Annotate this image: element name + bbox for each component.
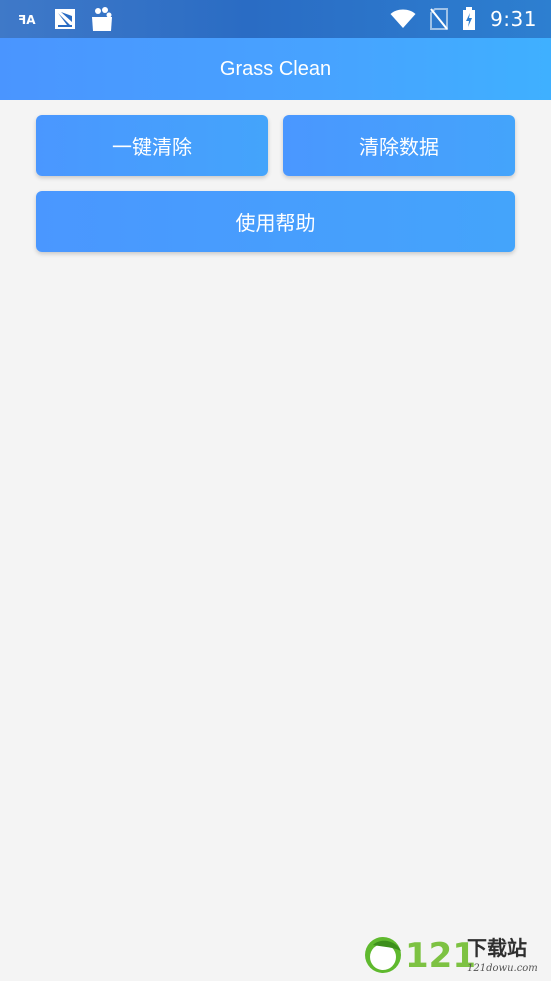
site-watermark-logo: 121 下载站 121dowu.com — [363, 931, 543, 977]
svg-text:121dowu.com: 121dowu.com — [467, 963, 538, 974]
help-button[interactable]: 使用帮助 — [36, 191, 515, 252]
image-icon — [54, 8, 76, 30]
no-sim-icon — [430, 8, 449, 30]
one-key-clean-button[interactable]: 一键清除 — [36, 115, 268, 176]
svg-text:121: 121 — [405, 936, 476, 976]
status-bar-left: ꟻA — [18, 6, 114, 32]
svg-text:下载站: 下载站 — [467, 936, 527, 960]
app-bar: Grass Clean — [0, 38, 551, 100]
shopping-bag-icon — [90, 6, 114, 32]
battery-charging-icon — [462, 7, 476, 31]
status-bar: ꟻA 9:31 — [0, 0, 551, 38]
wifi-icon — [390, 9, 416, 29]
clear-data-label: 清除数据 — [359, 135, 439, 159]
one-key-clean-label: 一键清除 — [112, 135, 192, 159]
app-title: Grass Clean — [219, 57, 332, 80]
help-label: 使用帮助 — [235, 211, 316, 235]
status-bar-right: 9:31 — [390, 6, 537, 32]
screen: ꟻA 9:31 Grass Clean 一键清除 清除数据 使用帮助 121 下… — [0, 0, 551, 981]
font-icon: ꟻA — [18, 11, 40, 27]
clear-data-button[interactable]: 清除数据 — [283, 115, 515, 176]
svg-text:ꟻA: ꟻA — [18, 13, 36, 27]
clock: 9:31 — [490, 7, 537, 31]
